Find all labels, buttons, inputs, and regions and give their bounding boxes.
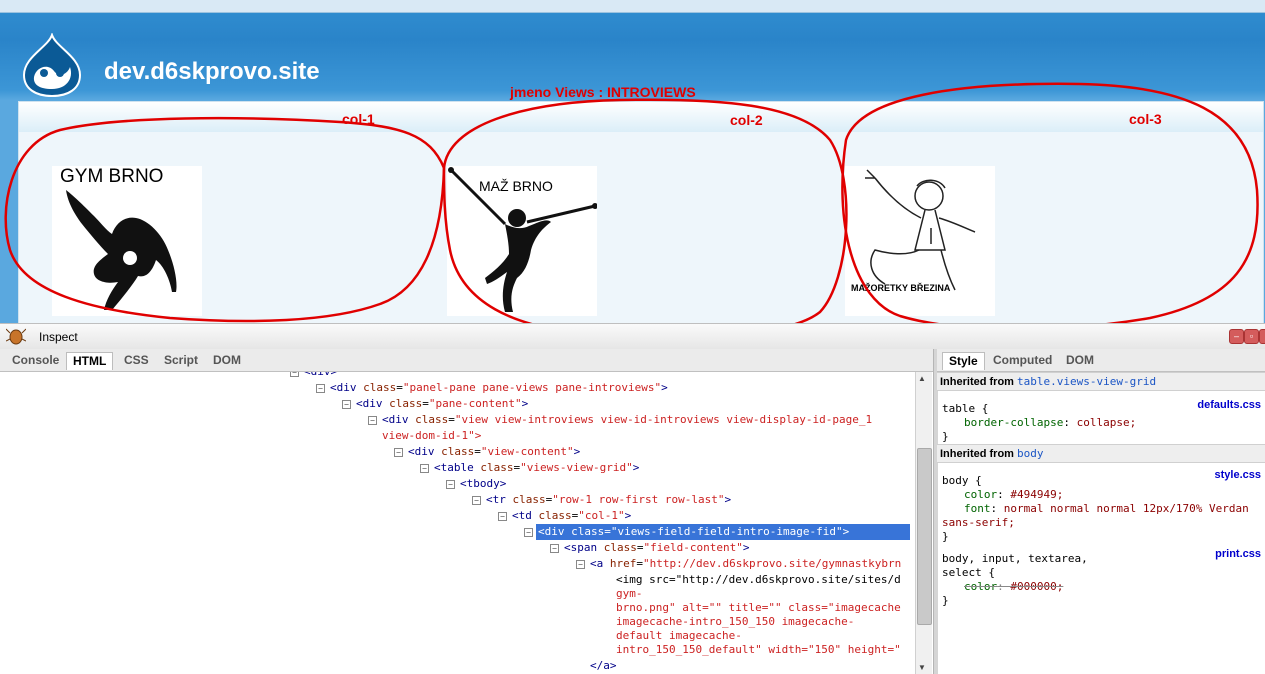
css-property[interactable]: font: normal normal normal 12px/170% Ver… — [964, 502, 1249, 515]
inherited-header: Inherited from table.views-view-grid — [937, 372, 1265, 391]
tree-node[interactable]: <img src="http://dev.d6skprovo.site/site… — [616, 572, 901, 588]
close-icon[interactable] — [1259, 329, 1265, 344]
collapse-toggle-icon[interactable]: − — [420, 464, 429, 473]
collapse-toggle-icon[interactable]: − — [524, 528, 533, 537]
scroll-down-icon[interactable]: ▼ — [918, 663, 926, 672]
collapse-toggle-icon[interactable]: − — [290, 372, 299, 377]
col3-annotation: col-3 — [1129, 111, 1162, 127]
firebug-toolbar: Inspect – ▫ — [0, 324, 1265, 350]
css-selector: body { — [942, 474, 982, 487]
tree-node[interactable]: <div class="pane-content"> — [356, 396, 528, 412]
tree-node[interactable]: </a> — [590, 658, 617, 674]
css-source-link[interactable]: print.css — [1215, 548, 1261, 560]
css-selector: body, input, textarea, — [942, 552, 1088, 565]
col2-annotation: col-2 — [730, 112, 763, 128]
tree-node[interactable]: <td class="col-1"> — [512, 508, 631, 524]
tree-node[interactable]: <tbody> — [460, 476, 506, 492]
tab-html[interactable]: HTML — [66, 352, 114, 370]
col1-annotation: col-1 — [342, 111, 375, 127]
tab-computed[interactable]: Computed — [987, 352, 1058, 369]
side-panel-tab-bar: Style Computed DOM — [937, 349, 1265, 372]
inherited-link[interactable]: table.views-view-grid — [1017, 375, 1156, 388]
views-name-annotation: jmeno Views : INTROVIEWS — [510, 84, 696, 100]
website-area: dev.d6skprovo.site GYM BRNO MAŽ BRNO MAŽ… — [0, 0, 1265, 323]
css-close-brace: } — [942, 430, 949, 443]
firebug-panel: Inspect – ▫ Console HTML CSS Script DOM … — [0, 323, 1265, 674]
tab-css[interactable]: CSS — [118, 352, 155, 369]
collapse-toggle-icon[interactable]: − — [394, 448, 403, 457]
inspect-button[interactable]: Inspect — [39, 330, 78, 344]
css-value-continuation: sans-serif; — [942, 516, 1015, 529]
css-selector: select { — [942, 566, 995, 579]
css-source-link[interactable]: defaults.css — [1197, 399, 1261, 411]
html-tree-pane: − <div> − <div class="panel-pane pane-vi… — [0, 372, 914, 674]
firebug-tab-bar: Console HTML CSS Script DOM — [0, 349, 933, 372]
minimize-icon[interactable]: – — [1229, 329, 1244, 344]
inherited-header: Inherited from body — [937, 444, 1265, 463]
collapse-toggle-icon[interactable]: − — [342, 400, 351, 409]
css-overridden-property[interactable]: color: #000000; — [964, 580, 1063, 593]
tab-dom[interactable]: DOM — [207, 352, 247, 369]
html-pane-scrollbar[interactable]: ▲ ▼ — [915, 372, 932, 674]
tree-node-continuation: intro_150_150_default" width="150" heigh… — [616, 643, 901, 656]
tree-node[interactable]: <div> — [304, 372, 337, 380]
collapse-toggle-icon[interactable]: − — [446, 480, 455, 489]
tree-node[interactable]: <table class="views-view-grid"> — [434, 460, 639, 476]
css-property[interactable]: color: #494949; — [964, 488, 1063, 501]
collapse-toggle-icon[interactable]: − — [316, 384, 325, 393]
tree-node[interactable]: <div class="panel-pane pane-views pane-i… — [330, 380, 668, 396]
collapse-toggle-icon[interactable]: − — [576, 560, 585, 569]
style-pane: Inherited from table.views-view-grid def… — [937, 372, 1265, 674]
css-source-link[interactable]: style.css — [1215, 469, 1261, 481]
tree-node[interactable]: <div class="view view-introviews view-id… — [382, 412, 872, 428]
inherited-link[interactable]: body — [1017, 447, 1044, 460]
collapse-toggle-icon[interactable]: − — [550, 544, 559, 553]
detach-icon[interactable]: ▫ — [1244, 329, 1259, 344]
selected-tree-node[interactable]: <div class="views-field-field-intro-imag… — [536, 524, 910, 540]
collapse-toggle-icon[interactable]: − — [368, 416, 377, 425]
tab-script[interactable]: Script — [158, 352, 204, 369]
collapse-toggle-icon[interactable]: − — [472, 496, 481, 505]
tab-console[interactable]: Console — [6, 352, 65, 369]
css-close-brace: } — [942, 530, 949, 543]
tree-node[interactable]: <div class="view-content"> — [408, 444, 580, 460]
collapse-toggle-icon[interactable]: − — [498, 512, 507, 521]
scroll-up-icon[interactable]: ▲ — [918, 374, 926, 383]
tree-node-continuation: view-dom-id-1"> — [382, 429, 482, 442]
annotation-overlay — [4, 82, 1259, 323]
css-property[interactable]: border-collapse: collapse; — [964, 416, 1136, 429]
tree-node[interactable]: <tr class="row-1 row-first row-last"> — [486, 492, 731, 508]
tab-style[interactable]: Style — [942, 352, 985, 370]
tree-node[interactable]: <span class="field-content"> — [564, 540, 749, 556]
css-close-brace: } — [942, 594, 949, 607]
firebug-icon[interactable] — [6, 327, 26, 345]
tab-side-dom[interactable]: DOM — [1060, 352, 1100, 369]
css-selector: table { — [942, 402, 989, 415]
scrollbar-thumb[interactable] — [917, 448, 932, 625]
tree-node[interactable]: <a href="http://dev.d6skprovo.site/gymna… — [590, 556, 901, 572]
